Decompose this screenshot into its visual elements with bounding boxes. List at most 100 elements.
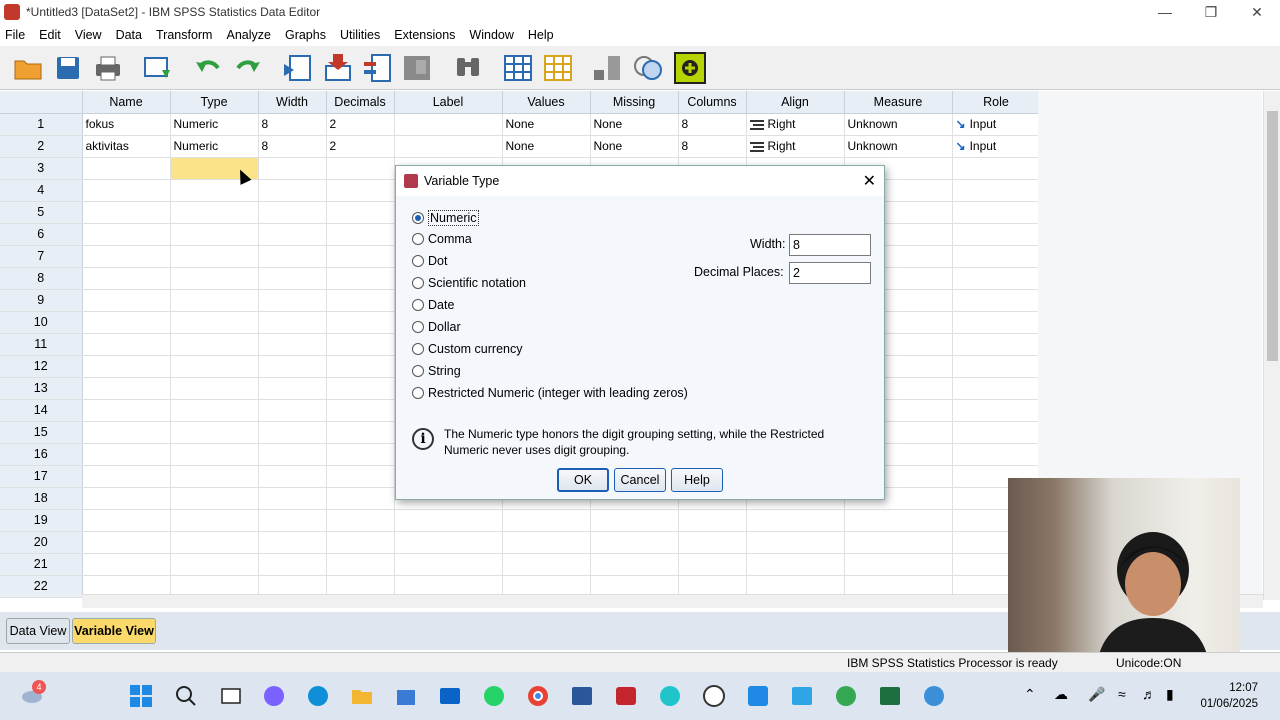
empty-cell[interactable]: [82, 531, 171, 554]
close-icon[interactable]: ✕: [863, 171, 876, 191]
empty-cell[interactable]: [82, 267, 171, 290]
empty-cell[interactable]: [590, 509, 679, 532]
empty-cell[interactable]: [502, 531, 591, 554]
empty-cell[interactable]: [952, 245, 1041, 268]
width-field[interactable]: 8: [789, 234, 871, 256]
empty-cell[interactable]: [746, 531, 845, 554]
empty-cell[interactable]: [258, 465, 327, 488]
col-header-columns[interactable]: Columns: [678, 91, 747, 114]
radio-circle[interactable]: [412, 387, 424, 399]
cell-role[interactable]: ↘ Input: [952, 135, 1041, 158]
restore-icon[interactable]: ❐: [1188, 0, 1234, 24]
radio-custom-currency[interactable]: Custom currency: [412, 342, 522, 356]
empty-cell[interactable]: [326, 311, 395, 334]
volume-icon[interactable]: ♬: [1142, 686, 1156, 702]
empty-cell[interactable]: [952, 223, 1041, 246]
vertical-scrollbar[interactable]: [1263, 91, 1280, 600]
menu-analyze[interactable]: Analyze: [221, 28, 279, 42]
run-descriptives-icon[interactable]: [402, 52, 434, 84]
cell-type[interactable]: Numeric: [170, 135, 259, 158]
find-icon[interactable]: [452, 52, 484, 84]
cell-missing[interactable]: None: [590, 113, 679, 136]
empty-cell[interactable]: [326, 179, 395, 202]
radio-circle[interactable]: [412, 365, 424, 377]
empty-cell[interactable]: [170, 399, 259, 422]
empty-cell[interactable]: [326, 399, 395, 422]
empty-cell[interactable]: [952, 443, 1041, 466]
empty-cell[interactable]: [82, 223, 171, 246]
col-header-values[interactable]: Values: [502, 91, 591, 114]
empty-cell[interactable]: [258, 377, 327, 400]
empty-cell[interactable]: [326, 377, 395, 400]
empty-cell[interactable]: [170, 487, 259, 510]
search-icon[interactable]: [174, 684, 198, 708]
empty-cell[interactable]: [258, 553, 327, 576]
col-header-type[interactable]: Type: [170, 91, 259, 114]
cell-decimals[interactable]: 2: [326, 113, 395, 136]
empty-cell[interactable]: [258, 509, 327, 532]
radio-numeric[interactable]: Numeric: [412, 210, 479, 226]
radio-dot[interactable]: Dot: [412, 254, 447, 268]
empty-cell[interactable]: [746, 509, 845, 532]
empty-cell[interactable]: [82, 465, 171, 488]
chrome-icon[interactable]: [526, 684, 550, 708]
empty-cell[interactable]: [258, 487, 327, 510]
col-header-measure[interactable]: Measure: [844, 91, 953, 114]
empty-cell[interactable]: [170, 509, 259, 532]
empty-cell[interactable]: [170, 355, 259, 378]
empty-cell[interactable]: [326, 201, 395, 224]
empty-cell[interactable]: [82, 399, 171, 422]
col-header-decimals[interactable]: Decimals: [326, 91, 395, 114]
empty-cell[interactable]: [82, 509, 171, 532]
row-number[interactable]: 2: [0, 135, 83, 158]
paint-icon[interactable]: [746, 684, 770, 708]
row-number[interactable]: 13: [0, 377, 83, 400]
corner-cell[interactable]: [0, 91, 83, 114]
empty-cell[interactable]: [258, 245, 327, 268]
microphone-icon[interactable]: 🎤: [1088, 686, 1105, 703]
empty-cell[interactable]: [82, 333, 171, 356]
row-number[interactable]: 15: [0, 421, 83, 444]
radio-circle[interactable]: [412, 277, 424, 289]
close-icon[interactable]: ✕: [1234, 0, 1280, 24]
undo-icon[interactable]: [192, 52, 224, 84]
radio-restricted-numeric[interactable]: Restricted Numeric (integer with leading…: [412, 386, 688, 400]
empty-cell[interactable]: [394, 531, 503, 554]
go-to-variable-icon[interactable]: [322, 52, 354, 84]
radio-circle[interactable]: [412, 321, 424, 333]
save-icon[interactable]: [52, 52, 84, 84]
ok-button[interactable]: OK: [557, 468, 609, 492]
empty-cell[interactable]: [258, 223, 327, 246]
empty-cell[interactable]: [170, 465, 259, 488]
minimize-icon[interactable]: —: [1142, 0, 1188, 24]
radio-date[interactable]: Date: [412, 298, 454, 312]
empty-cell[interactable]: [258, 531, 327, 554]
empty-cell[interactable]: [678, 553, 747, 576]
empty-cell[interactable]: [82, 157, 171, 180]
row-number[interactable]: 22: [0, 575, 83, 598]
cell-missing[interactable]: None: [590, 135, 679, 158]
empty-cell[interactable]: [170, 245, 259, 268]
edge-icon[interactable]: [306, 684, 330, 708]
word-icon[interactable]: [570, 684, 594, 708]
cell-measure[interactable]: Unknown: [844, 135, 953, 158]
empty-cell[interactable]: [326, 157, 395, 180]
empty-cell[interactable]: [326, 553, 395, 576]
empty-cell[interactable]: [746, 553, 845, 576]
variables-icon[interactable]: [362, 52, 394, 84]
empty-cell[interactable]: [82, 355, 171, 378]
row-number[interactable]: 19: [0, 509, 83, 532]
empty-cell[interactable]: [326, 443, 395, 466]
empty-cell[interactable]: [952, 179, 1041, 202]
scroll-thumb[interactable]: [1267, 111, 1278, 361]
empty-cell[interactable]: [326, 267, 395, 290]
radio-string[interactable]: String: [412, 364, 461, 378]
row-number[interactable]: 12: [0, 355, 83, 378]
cell-values[interactable]: None: [502, 135, 591, 158]
insert-variable-icon[interactable]: [542, 52, 574, 84]
empty-cell[interactable]: [82, 311, 171, 334]
empty-cell[interactable]: [326, 289, 395, 312]
empty-cell[interactable]: [170, 421, 259, 444]
empty-cell[interactable]: [952, 333, 1041, 356]
empty-cell[interactable]: [326, 421, 395, 444]
